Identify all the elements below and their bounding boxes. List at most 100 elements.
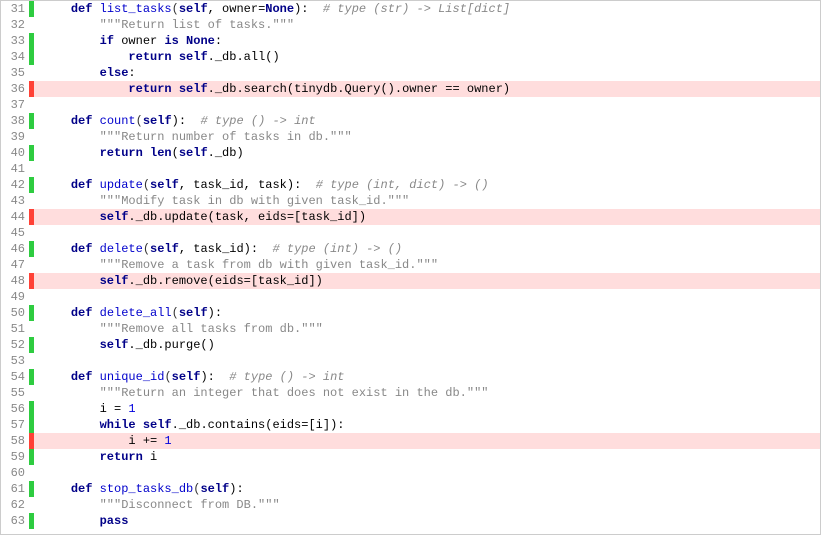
line-number: 49 [1,289,29,305]
code-line[interactable]: 59 return i [1,449,820,465]
code-line[interactable]: 48 self._db.remove(eids=[task_id]) [1,273,820,289]
code-line[interactable]: 37 [1,97,820,113]
line-number: 53 [1,353,29,369]
code-text: """Remove a task from db with given task… [34,257,820,273]
code-text: """Return an integer that does not exist… [34,385,820,401]
line-number: 34 [1,49,29,65]
code-line[interactable]: 51 """Remove all tasks from db.""" [1,321,820,337]
code-text: self._db.remove(eids=[task_id]) [34,273,820,289]
code-text: def update(self, task_id, task): # type … [34,177,820,193]
code-text: """Remove all tasks from db.""" [34,321,820,337]
code-line[interactable]: 32 """Return list of tasks.""" [1,17,820,33]
code-line[interactable]: 50 def delete_all(self): [1,305,820,321]
code-line[interactable]: 52 self._db.purge() [1,337,820,353]
code-line[interactable]: 33 if owner is None: [1,33,820,49]
line-number: 63 [1,513,29,529]
code-text [34,225,820,241]
code-line[interactable]: 35 else: [1,65,820,81]
line-number: 58 [1,433,29,449]
line-number: 43 [1,193,29,209]
code-text: def unique_id(self): # type () -> int [34,369,820,385]
code-line[interactable]: 63 pass [1,513,820,529]
code-line[interactable]: 43 """Modify task in db with given task_… [1,193,820,209]
line-number: 61 [1,481,29,497]
line-number: 50 [1,305,29,321]
code-line[interactable]: 62 """Disconnect from DB.""" [1,497,820,513]
line-number: 60 [1,465,29,481]
code-text [34,289,820,305]
code-text: def list_tasks(self, owner=None): # type… [34,1,820,17]
line-number: 33 [1,33,29,49]
code-line[interactable]: 41 [1,161,820,177]
coverage-report: 31 def list_tasks(self, owner=None): # t… [1,1,820,529]
code-line[interactable]: 40 return len(self._db) [1,145,820,161]
code-text: else: [34,65,820,81]
line-number: 42 [1,177,29,193]
code-text: return self._db.search(tinydb.Query().ow… [34,81,820,97]
code-line[interactable]: 57 while self._db.contains(eids=[i]): [1,417,820,433]
line-number: 32 [1,17,29,33]
code-text: return self._db.all() [34,49,820,65]
line-number: 51 [1,321,29,337]
code-line[interactable]: 55 """Return an integer that does not ex… [1,385,820,401]
code-line[interactable]: 42 def update(self, task_id, task): # ty… [1,177,820,193]
line-number: 54 [1,369,29,385]
line-number: 38 [1,113,29,129]
line-number: 52 [1,337,29,353]
code-line[interactable]: 60 [1,465,820,481]
line-number: 56 [1,401,29,417]
code-text: def delete_all(self): [34,305,820,321]
code-line[interactable]: 47 """Remove a task from db with given t… [1,257,820,273]
code-text: """Return number of tasks in db.""" [34,129,820,145]
line-number: 47 [1,257,29,273]
code-line[interactable]: 56 i = 1 [1,401,820,417]
line-number: 31 [1,1,29,17]
line-number: 36 [1,81,29,97]
line-number: 62 [1,497,29,513]
code-line[interactable]: 34 return self._db.all() [1,49,820,65]
code-text: """Modify task in db with given task_id.… [34,193,820,209]
code-line[interactable]: 44 self._db.update(task, eids=[task_id]) [1,209,820,225]
code-text [34,97,820,113]
line-number: 40 [1,145,29,161]
code-line[interactable]: 49 [1,289,820,305]
code-text [34,465,820,481]
code-text: """Return list of tasks.""" [34,17,820,33]
code-line[interactable]: 45 [1,225,820,241]
line-number: 39 [1,129,29,145]
code-text: self._db.purge() [34,337,820,353]
code-text: self._db.update(task, eids=[task_id]) [34,209,820,225]
code-line[interactable]: 36 return self._db.search(tinydb.Query()… [1,81,820,97]
code-text: """Disconnect from DB.""" [34,497,820,513]
code-line[interactable]: 61 def stop_tasks_db(self): [1,481,820,497]
line-number: 59 [1,449,29,465]
code-text: def stop_tasks_db(self): [34,481,820,497]
code-line[interactable]: 58 i += 1 [1,433,820,449]
line-number: 48 [1,273,29,289]
code-text: i += 1 [34,433,820,449]
line-number: 46 [1,241,29,257]
line-number: 41 [1,161,29,177]
code-text: return i [34,449,820,465]
code-text: def delete(self, task_id): # type (int) … [34,241,820,257]
line-number: 57 [1,417,29,433]
line-number: 55 [1,385,29,401]
line-number: 35 [1,65,29,81]
code-text: if owner is None: [34,33,820,49]
code-line[interactable]: 54 def unique_id(self): # type () -> int [1,369,820,385]
line-number: 45 [1,225,29,241]
code-text [34,161,820,177]
code-text: while self._db.contains(eids=[i]): [34,417,820,433]
code-line[interactable]: 46 def delete(self, task_id): # type (in… [1,241,820,257]
code-line[interactable]: 31 def list_tasks(self, owner=None): # t… [1,1,820,17]
code-text: i = 1 [34,401,820,417]
line-number: 44 [1,209,29,225]
code-text: def count(self): # type () -> int [34,113,820,129]
code-line[interactable]: 39 """Return number of tasks in db.""" [1,129,820,145]
code-text: return len(self._db) [34,145,820,161]
code-line[interactable]: 53 [1,353,820,369]
code-line[interactable]: 38 def count(self): # type () -> int [1,113,820,129]
code-text [34,353,820,369]
line-number: 37 [1,97,29,113]
code-text: pass [34,513,820,529]
